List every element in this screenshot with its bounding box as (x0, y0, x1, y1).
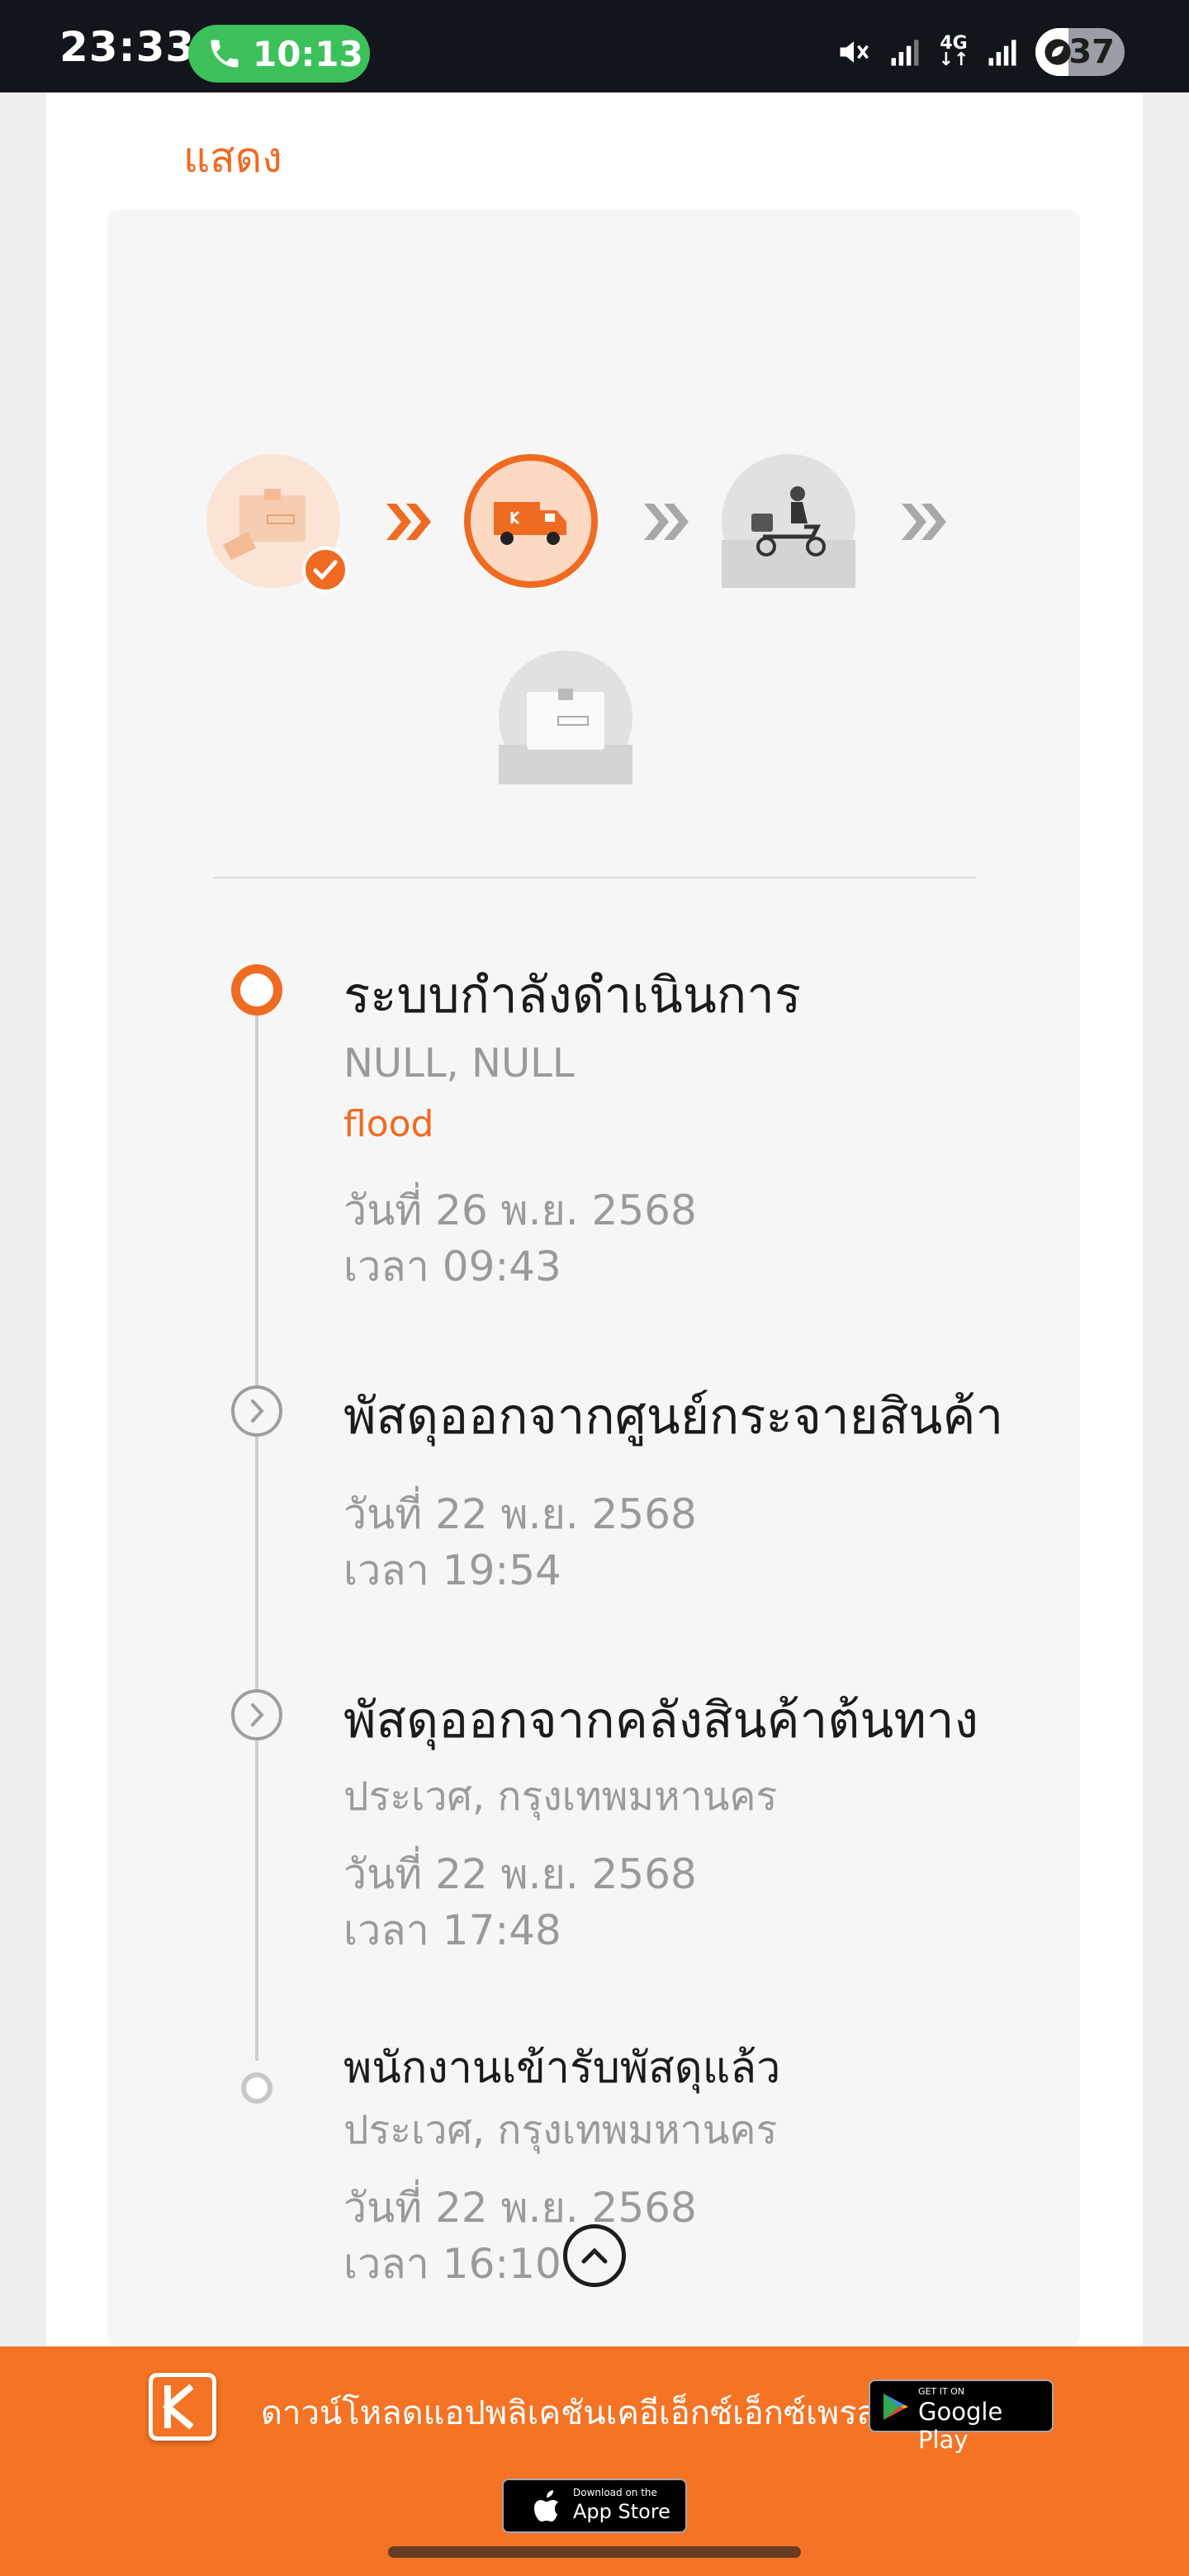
delivery-truck-icon (494, 502, 566, 545)
clock: 23:33 (59, 23, 196, 71)
event-date: วันที่ 26 พ.ย. 2568 (343, 1186, 697, 1234)
divider (213, 877, 976, 878)
google-play-button[interactable]: GET IT ON Google Play (869, 2379, 1054, 2454)
download-app-text: ดาวน์โหลดแอปพลิเคชันเคอีเอ็กซ์เอ็กซ์เพรส (261, 2394, 878, 2432)
leaf-icon (1045, 39, 1071, 65)
app-store-label: App Store (573, 2500, 670, 2523)
event-title: พัสดุออกจากคลังสินค้าต้นทาง (343, 1692, 978, 1750)
app-store-small-text: Download on the (573, 2487, 657, 2498)
step-done-check (302, 547, 348, 593)
event-time: เวลา 16:10 (343, 2240, 561, 2288)
event-note: flood (343, 1103, 434, 1145)
status-bar: 23:33 10:13 4G ↓↑ 37 (0, 0, 1189, 92)
event-location: ประเวศ, กรุงเทพมหานคร (343, 1773, 778, 1820)
chevron-right-double-icon-3 (902, 504, 946, 540)
kex-logo (149, 2373, 216, 2441)
event-time: เวลา 09:43 (343, 1243, 561, 1290)
ongoing-call-pill[interactable]: 10:13 (188, 25, 370, 83)
app-store-button[interactable]: Download on the App Store (502, 2479, 687, 2533)
event-location: ประเวศ, กรุงเทพมหานคร (343, 2107, 778, 2153)
event-date: วันที่ 22 พ.ย. 2568 (343, 1850, 697, 1898)
chevron-right-icon (251, 1703, 264, 1726)
app-download-banner: ดาวน์โหลดแอปพลิเคชันเคอีเอ็กซ์เอ็กซ์เพรส… (0, 2346, 1189, 2576)
step-out-for-delivery (722, 454, 855, 588)
call-duration: 10:13 (253, 33, 363, 74)
signal-icon (891, 40, 919, 66)
chevron-right-icon (251, 1399, 264, 1423)
chevron-right-double-icon-1 (386, 504, 431, 540)
home-indicator[interactable] (388, 2546, 801, 2558)
status-icons: 4G ↓↑ 37 (836, 28, 1125, 76)
timeline-expand-button[interactable] (231, 1385, 282, 1437)
signal-icon-2 (988, 40, 1016, 66)
google-play-label: Google Play (918, 2398, 1003, 2454)
check-icon (313, 560, 338, 580)
vibrate-mute-icon (840, 41, 869, 63)
page-card: แสดง ระบบกำลังดำเนินการ NULL, NULL flood… (46, 92, 1143, 2346)
event-title: พัสดุออกจากศูนย์กระจายสินค้า (343, 1388, 1004, 1446)
timeline-line (255, 1012, 258, 2061)
collapse-button[interactable] (563, 2224, 626, 2287)
event-date: วันที่ 22 พ.ย. 2568 (343, 1490, 697, 1538)
timeline-current-dot (231, 964, 282, 1016)
chevron-right-double-icon-2 (644, 504, 689, 540)
apple-icon (534, 2490, 558, 2522)
event-date: วันที่ 22 พ.ย. 2568 (343, 2184, 697, 2232)
network-type: 4G ↓↑ (938, 33, 969, 70)
event-location: NULL, NULL (343, 1040, 575, 1087)
step-in-transit (464, 454, 598, 588)
phone-icon (211, 40, 239, 68)
event-time: เวลา 19:54 (343, 1546, 561, 1594)
google-play-small-text: GET IT ON (918, 2386, 965, 2397)
timeline-expand-button[interactable] (231, 1689, 282, 1740)
battery-indicator: 37 (1035, 28, 1125, 76)
event-title: ระบบกำลังดำเนินการ (343, 967, 802, 1025)
courier-scooter-icon (722, 486, 855, 588)
event-time: เวลา 17:48 (343, 1906, 561, 1954)
timeline-end-dot (241, 2072, 272, 2104)
show-details-link[interactable]: แสดง (183, 125, 282, 191)
kex-k-icon (163, 2384, 194, 2430)
step-delivered (499, 651, 632, 784)
battery-percent: 37 (1068, 33, 1115, 71)
event-title: พนักงานเข้ารับพัสดุแล้ว (343, 2043, 781, 2093)
delivered-box-icon (499, 689, 632, 784)
chevron-up-icon (581, 2247, 608, 2264)
google-play-icon (883, 2394, 908, 2420)
tracking-panel: ระบบกำลังดำเนินการ NULL, NULL flood วันท… (107, 210, 1080, 2346)
